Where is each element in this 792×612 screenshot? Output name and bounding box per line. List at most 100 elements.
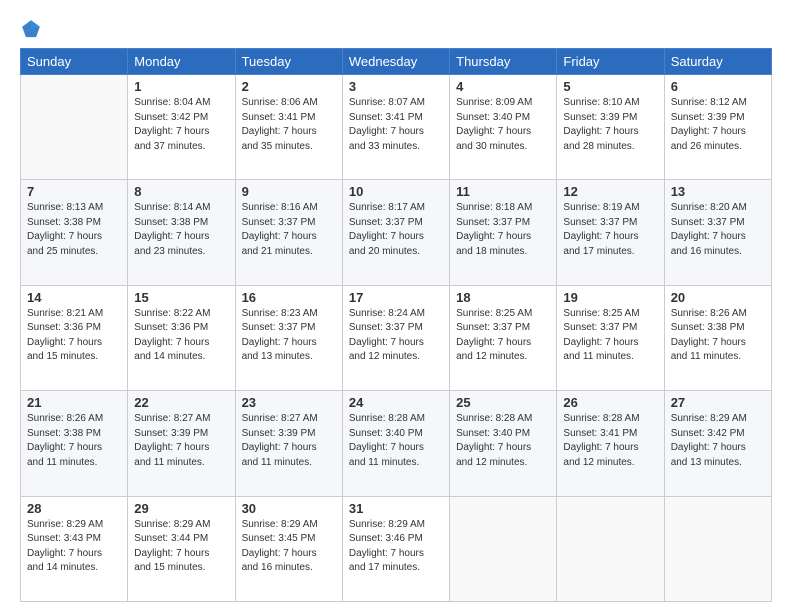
day-number: 17 [349,290,443,305]
day-number: 4 [456,79,550,94]
day-number: 5 [563,79,657,94]
day-number: 8 [134,184,228,199]
day-info: Sunrise: 8:27 AM Sunset: 3:39 PM Dayligh… [242,412,336,470]
calendar-cell: 21 Sunrise: 8:26 AM Sunset: 3:38 PM Dayli… [21,391,128,496]
calendar-cell: 29 Sunrise: 8:29 AM Sunset: 3:44 PM Dayli… [128,496,235,601]
calendar-cell: 27 Sunrise: 8:29 AM Sunset: 3:42 PM Dayli… [664,391,771,496]
day-info: Sunrise: 8:29 AM Sunset: 3:45 PM Dayligh… [242,518,336,576]
day-info: Sunrise: 8:28 AM Sunset: 3:40 PM Dayligh… [349,412,443,470]
calendar-cell: 24Sunrise: 8:28 AM Sunset: 3:40 PM Dayli… [342,391,449,496]
day-info: Sunrise: 8:10 AM Sunset: 3:39 PM Dayligh… [563,96,657,154]
calendar-header: SundayMondayTuesdayWednesdayThursdayFrid… [21,49,772,75]
day-info: Sunrise: 8:20 AM Sunset: 3:37 PM Dayligh… [671,201,765,259]
day-info: Sunrise: 8:18 AM Sunset: 3:37 PM Dayligh… [456,201,550,259]
day-header-sunday: Sunday [21,49,128,75]
day-header-wednesday: Wednesday [342,49,449,75]
day-info: Sunrise: 8:21 AM Sunset: 3:36 PM Dayligh… [27,307,121,365]
calendar-cell [557,496,664,601]
day-info: Sunrise: 8:29 AM Sunset: 3:46 PM Dayligh… [349,518,443,576]
calendar-cell: 28 Sunrise: 8:29 AM Sunset: 3:43 PM Dayli… [21,496,128,601]
day-info: Sunrise: 8:29 AM Sunset: 3:43 PM Dayligh… [27,518,121,576]
day-header-saturday: Saturday [664,49,771,75]
day-number: 18 [456,290,550,305]
day-number: 21 [27,395,121,410]
calendar-cell: 5 Sunrise: 8:10 AM Sunset: 3:39 PM Daylig… [557,75,664,180]
page: SundayMondayTuesdayWednesdayThursdayFrid… [0,0,792,612]
calendar-cell: 11 Sunrise: 8:18 AM Sunset: 3:37 PM Dayli… [450,180,557,285]
calendar-cell [664,496,771,601]
header-row: SundayMondayTuesdayWednesdayThursdayFrid… [21,49,772,75]
day-number: 27 [671,395,765,410]
day-header-tuesday: Tuesday [235,49,342,75]
calendar-cell: 8 Sunrise: 8:14 AM Sunset: 3:38 PM Daylig… [128,180,235,285]
day-info: Sunrise: 8:06 AM Sunset: 3:41 PM Dayligh… [242,96,336,154]
calendar-cell: 6 Sunrise: 8:12 AM Sunset: 3:39 PM Daylig… [664,75,771,180]
day-info: Sunrise: 8:17 AM Sunset: 3:37 PM Dayligh… [349,201,443,259]
day-header-friday: Friday [557,49,664,75]
day-info: Sunrise: 8:19 AM Sunset: 3:37 PM Dayligh… [563,201,657,259]
calendar-cell: 10 Sunrise: 8:17 AM Sunset: 3:37 PM Dayli… [342,180,449,285]
calendar-cell: 9 Sunrise: 8:16 AM Sunset: 3:37 PM Daylig… [235,180,342,285]
calendar-cell: 26 Sunrise: 8:28 AM Sunset: 3:41 PM Dayli… [557,391,664,496]
day-number: 31 [349,501,443,516]
day-info: Sunrise: 8:29 AM Sunset: 3:42 PM Dayligh… [671,412,765,470]
day-number: 13 [671,184,765,199]
calendar-cell: 31 Sunrise: 8:29 AM Sunset: 3:46 PM Dayli… [342,496,449,601]
day-number: 16 [242,290,336,305]
day-number: 22 [134,395,228,410]
calendar-cell: 4 Sunrise: 8:09 AM Sunset: 3:40 PM Daylig… [450,75,557,180]
day-info: Sunrise: 8:26 AM Sunset: 3:38 PM Dayligh… [27,412,121,470]
day-number: 26 [563,395,657,410]
day-number: 19 [563,290,657,305]
day-number: 11 [456,184,550,199]
day-info: Sunrise: 8:28 AM Sunset: 3:41 PM Dayligh… [563,412,657,470]
calendar-cell: 19Sunrise: 8:25 AM Sunset: 3:37 PM Dayli… [557,285,664,390]
day-header-monday: Monday [128,49,235,75]
week-row-2: 14 Sunrise: 8:21 AM Sunset: 3:36 PM Dayli… [21,285,772,390]
day-number: 12 [563,184,657,199]
day-info: Sunrise: 8:16 AM Sunset: 3:37 PM Dayligh… [242,201,336,259]
day-number: 30 [242,501,336,516]
day-number: 25 [456,395,550,410]
week-row-1: 7 Sunrise: 8:13 AM Sunset: 3:38 PM Daylig… [21,180,772,285]
day-info: Sunrise: 8:13 AM Sunset: 3:38 PM Dayligh… [27,201,121,259]
day-info: Sunrise: 8:27 AM Sunset: 3:39 PM Dayligh… [134,412,228,470]
day-number: 10 [349,184,443,199]
day-number: 6 [671,79,765,94]
week-row-0: 1 Sunrise: 8:04 AM Sunset: 3:42 PM Daylig… [21,75,772,180]
day-number: 15 [134,290,228,305]
week-row-4: 28 Sunrise: 8:29 AM Sunset: 3:43 PM Dayli… [21,496,772,601]
day-info: Sunrise: 8:14 AM Sunset: 3:38 PM Dayligh… [134,201,228,259]
calendar-cell: 3Sunrise: 8:07 AM Sunset: 3:41 PM Daylig… [342,75,449,180]
calendar-cell: 18 Sunrise: 8:25 AM Sunset: 3:37 PM Dayli… [450,285,557,390]
calendar-cell: 1 Sunrise: 8:04 AM Sunset: 3:42 PM Daylig… [128,75,235,180]
day-info: Sunrise: 8:04 AM Sunset: 3:42 PM Dayligh… [134,96,228,154]
day-number: 23 [242,395,336,410]
day-info: Sunrise: 8:09 AM Sunset: 3:40 PM Dayligh… [456,96,550,154]
day-number: 7 [27,184,121,199]
day-info: Sunrise: 8:26 AM Sunset: 3:38 PM Dayligh… [671,307,765,365]
day-number: 14 [27,290,121,305]
calendar-cell: 12 Sunrise: 8:19 AM Sunset: 3:37 PM Dayli… [557,180,664,285]
day-number: 20 [671,290,765,305]
day-header-thursday: Thursday [450,49,557,75]
logo-icon [20,18,42,40]
day-number: 9 [242,184,336,199]
day-number: 29 [134,501,228,516]
day-info: Sunrise: 8:28 AM Sunset: 3:40 PM Dayligh… [456,412,550,470]
calendar-cell: 16Sunrise: 8:23 AM Sunset: 3:37 PM Dayli… [235,285,342,390]
week-row-3: 21 Sunrise: 8:26 AM Sunset: 3:38 PM Dayli… [21,391,772,496]
day-info: Sunrise: 8:29 AM Sunset: 3:44 PM Dayligh… [134,518,228,576]
day-info: Sunrise: 8:25 AM Sunset: 3:37 PM Dayligh… [456,307,550,365]
calendar-cell: 7 Sunrise: 8:13 AM Sunset: 3:38 PM Daylig… [21,180,128,285]
day-number: 1 [134,79,228,94]
calendar-cell: 22 Sunrise: 8:27 AM Sunset: 3:39 PM Dayli… [128,391,235,496]
header [20,18,772,40]
calendar-table: SundayMondayTuesdayWednesdayThursdayFrid… [20,48,772,602]
day-number: 2 [242,79,336,94]
day-number: 28 [27,501,121,516]
calendar-cell: 13 Sunrise: 8:20 AM Sunset: 3:37 PM Dayli… [664,180,771,285]
calendar-cell: 23 Sunrise: 8:27 AM Sunset: 3:39 PM Dayli… [235,391,342,496]
calendar-cell: 14 Sunrise: 8:21 AM Sunset: 3:36 PM Dayli… [21,285,128,390]
day-info: Sunrise: 8:12 AM Sunset: 3:39 PM Dayligh… [671,96,765,154]
